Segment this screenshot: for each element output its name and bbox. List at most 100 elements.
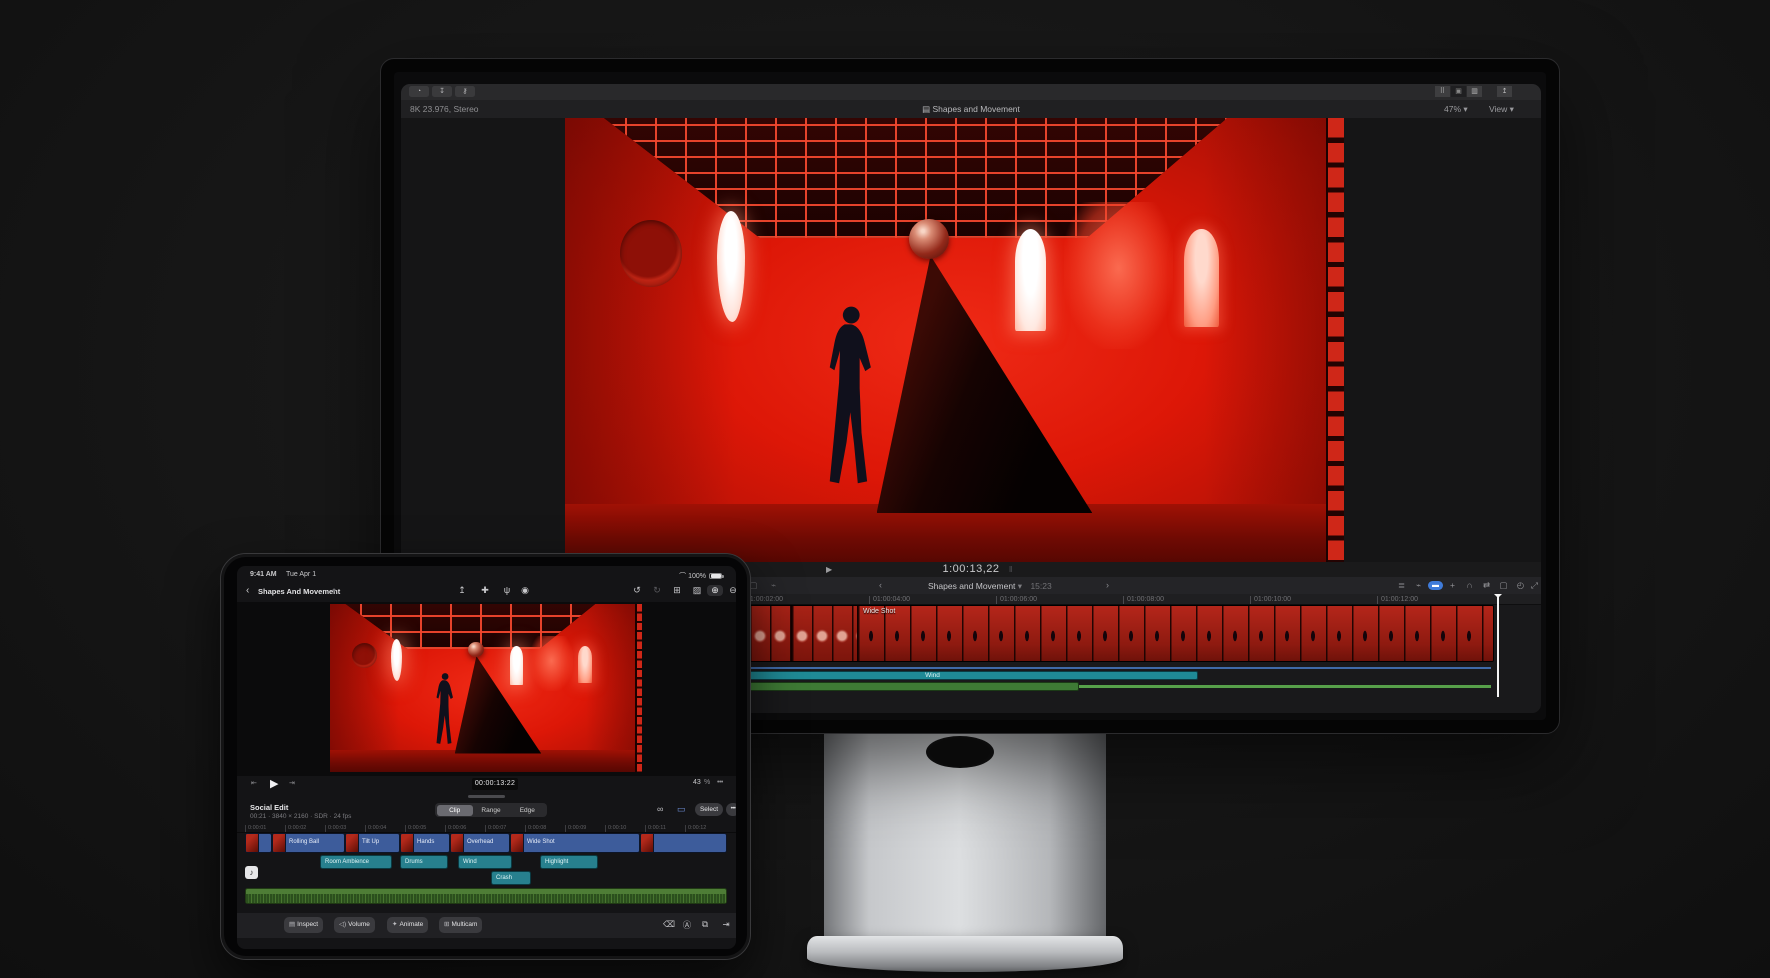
video-clip[interactable]: Hands (400, 833, 450, 853)
audio-clip-line[interactable] (1079, 685, 1491, 688)
mode-clip[interactable]: Clip (437, 805, 473, 816)
trash-icon[interactable]: ⌫ (662, 919, 676, 930)
video-clip[interactable]: Overhead (450, 833, 510, 853)
index-icon[interactable]: ≣ (1394, 580, 1409, 591)
voiceover-icon[interactable]: ψ (499, 585, 515, 595)
clip-thumbnail (401, 834, 414, 852)
timeline-tab-title[interactable]: Shapes and Movement ▾ 15:23 (928, 581, 1052, 592)
record-icon[interactable]: ◉ (517, 585, 533, 596)
video-clip[interactable]: Rolling Ball (272, 833, 345, 853)
zoom-icon[interactable]: ⊕ (707, 585, 723, 596)
dancer-silhouette (826, 280, 873, 511)
audio-clip-strip[interactable] (245, 888, 727, 904)
duplicate-icon[interactable]: ⧉ (698, 919, 712, 930)
skip-back-icon[interactable]: ⇤ (251, 779, 257, 787)
viewer-header: 8K 23.976, Stereo ▤ Shapes and Movement … (401, 100, 1541, 118)
ruler-tick: 01:00:06:00 (996, 596, 1037, 604)
viewer-project-title: ▤ Shapes and Movement (401, 104, 1541, 115)
film-icon: ▤ (922, 104, 930, 114)
clip-label: Overhead (467, 839, 493, 845)
select-button[interactable]: Select (695, 803, 723, 816)
ipad-timeline-ruler[interactable]: 0:00:01 0:00:02 0:00:03 0:00:04 0:00:05 … (237, 824, 736, 833)
battery-percent: 100% (688, 573, 706, 580)
media-browser-icon[interactable]: ▨ (689, 585, 705, 596)
viewer-toggle-icon[interactable]: ▣ (1451, 86, 1466, 97)
video-clip[interactable]: Tilt Up (345, 833, 400, 853)
audition-icon[interactable]: Ⓐ (680, 919, 694, 931)
video-clip[interactable]: Wide Shot (510, 833, 640, 853)
wide-shot-clip[interactable]: Wide Shot (858, 606, 1494, 661)
clock-icon[interactable]: ◴ (1513, 580, 1528, 591)
trim-icon[interactable]: ⇄ (1479, 580, 1494, 591)
keywords-icon[interactable]: ⚷ (455, 86, 475, 97)
timeline-forward-icon[interactable]: › (1106, 580, 1109, 590)
share-icon[interactable]: ↥ (454, 585, 470, 596)
connected-clip[interactable]: Highlight (540, 855, 598, 869)
more-icon[interactable]: ••• (717, 779, 723, 786)
status-date: Tue Apr 1 (286, 571, 316, 578)
viewer-zoom-menu[interactable]: 47% ▾ (1444, 104, 1468, 115)
connect-icon[interactable]: ⌁ (1411, 580, 1426, 591)
inspect-icon: ▤ (289, 921, 295, 928)
ipad-timeline[interactable]: Rolling Ball Tilt Up Hands Overhead Wide… (237, 833, 736, 913)
snapping-icon[interactable]: ▭ (677, 804, 686, 815)
connected-clip-line[interactable] (667, 667, 1491, 669)
append-icon[interactable]: ⇥ (719, 919, 733, 930)
import-media-icon[interactable]: ✚ (477, 585, 493, 596)
back-icon[interactable]: ‹ (246, 585, 249, 596)
mode-range[interactable]: Range (473, 805, 509, 816)
animate-icon: ✦ (392, 921, 397, 928)
audio-track-icon[interactable]: ♪ (245, 866, 258, 879)
connected-clip[interactable]: Wind (458, 855, 512, 869)
mode-edge[interactable]: Edge (509, 805, 545, 816)
history-icon[interactable]: ↺ (629, 585, 645, 596)
connected-clip[interactable]: Drums (400, 855, 448, 869)
audio-monitor-icon[interactable]: ∩ (1462, 580, 1477, 590)
link-icon[interactable]: ∞ (657, 804, 663, 814)
project-meta: 00:21 · 3840 × 2160 · SDR · 24 fps (250, 813, 351, 820)
play-button[interactable]: ▶ (270, 777, 278, 790)
timeline-back-icon[interactable]: ‹ (879, 580, 882, 590)
background-tasks-icon[interactable]: ◔ (409, 86, 429, 97)
wall-shade-right (586, 604, 642, 772)
view-menu[interactable]: View ▾ (1489, 104, 1514, 115)
collapse-icon[interactable]: ⊖ (725, 585, 736, 596)
ipad-nav-bar: ‹ Shapes And Movement ● ↥ ✚ ψ ◉ ↺ ↻ ⊞ ▨ … (237, 583, 736, 602)
ipad-timecode[interactable]: 00:00:13:22 (472, 778, 518, 790)
chevron-down-icon: ▾ (1018, 581, 1022, 591)
insert-icon[interactable]: + (1445, 580, 1460, 590)
viewer-pane (401, 118, 1541, 562)
audio-meters-icon[interactable]: ‖ (1009, 565, 1012, 574)
snapping-icon[interactable]: ▬ (1428, 581, 1443, 590)
ruler-tick: 01:00:08:00 (1123, 596, 1164, 604)
more-button[interactable]: ••• (726, 803, 736, 816)
effects-icon[interactable]: ⌁ (766, 580, 781, 591)
ipad-project-title[interactable]: Shapes And Movement (258, 587, 340, 596)
effect-clip[interactable]: Crash (491, 871, 531, 885)
fullscreen-icon[interactable]: ⤢ (1527, 580, 1541, 591)
video-clip-partial[interactable] (245, 833, 272, 853)
inspect-button[interactable]: ▤Inspect (284, 917, 323, 933)
playhead[interactable] (1497, 594, 1499, 697)
inspector-toggle-icon[interactable]: ▥ (1467, 86, 1482, 97)
share-icon[interactable]: ↥ (1497, 86, 1512, 97)
volume-button[interactable]: ◁)Volume (334, 917, 375, 933)
video-clip-tail[interactable] (640, 833, 727, 853)
import-icon[interactable]: ↧ (432, 86, 452, 97)
project-options-icon[interactable]: ● (332, 587, 336, 594)
redo-icon[interactable]: ↻ (649, 585, 665, 596)
connected-clip[interactable]: Room Ambience (320, 855, 392, 869)
multicam-button[interactable]: ⊞Multicam (439, 917, 482, 933)
viewer-zoom-level[interactable]: 43 (693, 779, 701, 786)
browser-toggle-icon[interactable]: ⠿ (1435, 86, 1450, 97)
timeline-duration: 15:23 (1030, 581, 1051, 591)
drag-handle[interactable] (468, 795, 505, 798)
project-header: Social Edit 00:21 · 3840 × 2160 · SDR · … (237, 801, 736, 824)
primary-storyline[interactable]: Wide Shot (667, 605, 1494, 662)
video-clip[interactable] (792, 606, 858, 661)
split-view-icon[interactable]: ⊞ (669, 585, 685, 596)
skip-forward-icon[interactable]: ⇥ (289, 779, 295, 787)
overwrite-icon[interactable]: ▢ (1496, 580, 1511, 591)
animate-button[interactable]: ✦Animate (387, 917, 428, 933)
ipad-transport-bar: ⇤ ▶ ⇥ 00:00:13:22 43 % ••• (237, 776, 736, 793)
